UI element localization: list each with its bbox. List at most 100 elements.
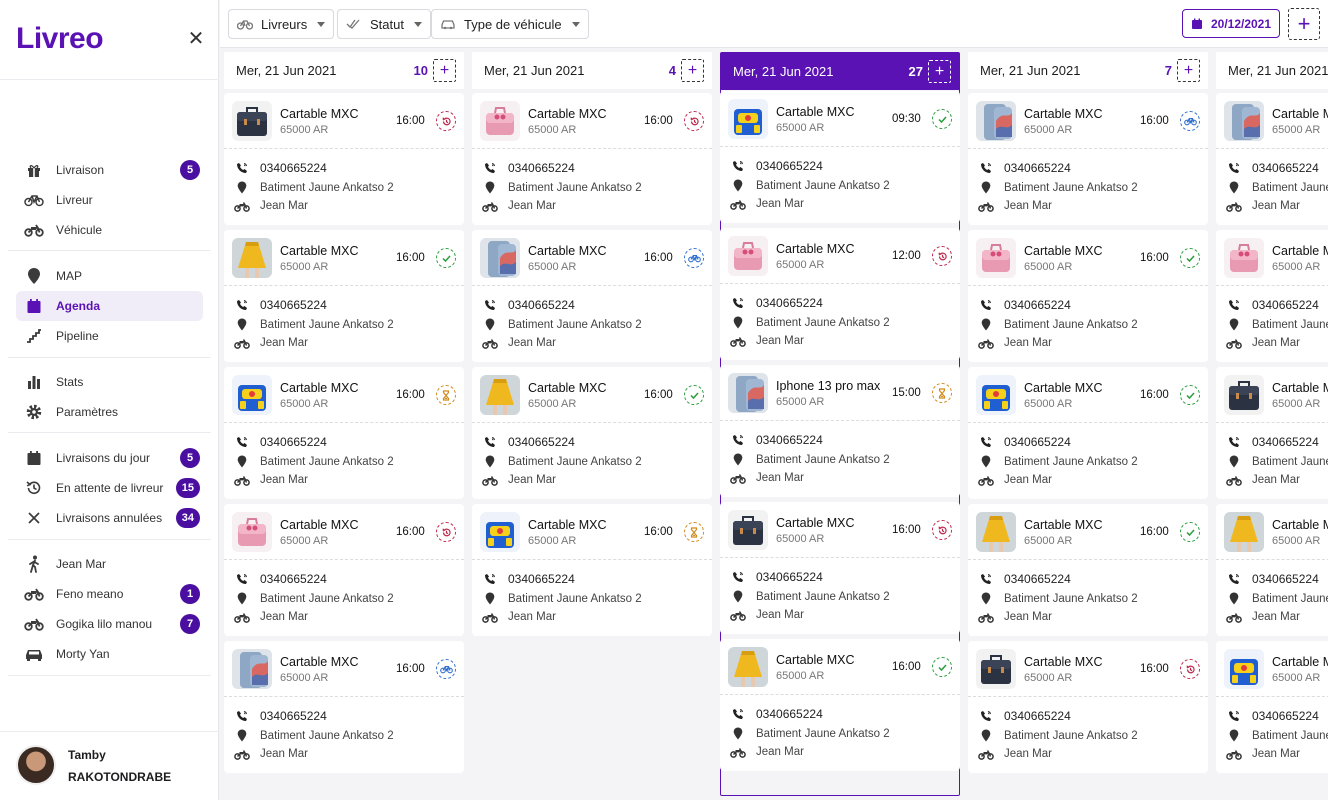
status-late-icon[interactable] [436, 522, 456, 542]
sidebar-item-livraisons-annulees[interactable]: Livraisons annulées 34 [0, 503, 219, 533]
sidebar-item-morty-yan[interactable]: Morty Yan [0, 639, 219, 669]
delivery-card[interactable]: Cartable MXC65000 AR16:000340665224Batim… [224, 641, 464, 773]
status-wait-icon[interactable] [932, 383, 952, 403]
assigned-rider: Jean Mar [1226, 200, 1300, 212]
delivery-card[interactable]: Cartable MXC65000 AR16:000340665224Batim… [1216, 504, 1328, 636]
calendar-icon [1191, 18, 1202, 29]
status-ride-icon[interactable] [436, 659, 456, 679]
status-wait-icon[interactable] [684, 522, 704, 542]
delivery-card[interactable]: Cartable MXC65000 AR16:000340665224Batim… [1216, 93, 1328, 225]
phone-icon [234, 573, 250, 585]
delivery-card[interactable]: Cartable MXC65000 AR16:000340665224Batim… [968, 367, 1208, 499]
sidebar-item-map[interactable]: MAP [0, 261, 219, 291]
sidebar-item-stats[interactable]: Stats [0, 367, 219, 397]
delivery-card[interactable]: Cartable MXC65000 AR16:000340665224Batim… [224, 230, 464, 362]
delivery-card[interactable]: Cartable MXC 65000 AR 09:30 0340665224 Batim… [720, 91, 960, 223]
delivery-card[interactable]: Cartable MXC65000 AR16:000340665224Batim… [1216, 367, 1328, 499]
filter-type-vehicule[interactable]: Type de véhicule [431, 9, 589, 39]
delivery-card[interactable]: Cartable MXC65000 AR16:000340665224Batim… [224, 504, 464, 636]
phone-number: 0340665224 [756, 707, 823, 721]
status-ride-icon[interactable] [684, 248, 704, 268]
close-icon[interactable]: ✕ [186, 29, 206, 50]
add-button[interactable]: + [1288, 8, 1320, 40]
motorbike-icon [730, 199, 746, 210]
user-profile[interactable]: Tamby RAKOTONDRABE [0, 731, 219, 800]
map-pin-icon [234, 318, 250, 331]
status-done-icon[interactable] [436, 248, 456, 268]
delivery-card[interactable]: Cartable MXC65000 AR16:000340665224Batim… [720, 639, 960, 771]
add-delivery-button[interactable]: + [681, 59, 704, 82]
delivery-card[interactable]: Cartable MXC65000 AR16:000340665224Batim… [472, 504, 712, 636]
sidebar-item-agenda[interactable]: Agenda [16, 291, 203, 321]
date-picker-button[interactable]: 20/12/2021 [1182, 9, 1280, 38]
status-done-icon[interactable] [684, 385, 704, 405]
sidebar-item-parametres[interactable]: Paramètres [0, 397, 219, 427]
sidebar-item-pipeline[interactable]: Pipeline [0, 321, 219, 351]
phone-icon [234, 436, 250, 448]
column-count: 27 [908, 64, 923, 79]
sidebar-item-feno-meano[interactable]: Feno meano 1 [0, 579, 219, 609]
sidebar-item-en-attente-de-livreur[interactable]: En attente de livreur 15 [0, 473, 219, 503]
map-pin-icon [1226, 318, 1242, 331]
count-badge: 7 [180, 614, 200, 634]
sidebar-item-vehicule[interactable]: Véhicule [0, 215, 219, 245]
product-price: 65000 AR [1272, 261, 1321, 273]
assigned-rider: Jean Mar [730, 335, 804, 347]
card-header: Cartable MXC 65000 AR 16:00 [968, 93, 1208, 149]
sidebar-item-livraison[interactable]: Livraison 5 [0, 155, 219, 185]
delivery-card[interactable]: Cartable MXC65000 AR16:000340665224Batim… [472, 230, 712, 362]
avatar[interactable] [16, 745, 56, 785]
phone-number: 0340665224 [1252, 572, 1319, 586]
app-logo: Livreo [16, 22, 104, 55]
add-delivery-button[interactable]: + [433, 59, 456, 82]
status-done-icon[interactable] [932, 657, 952, 677]
status-late-icon[interactable] [932, 520, 952, 540]
card-header: Cartable MXC 65000 AR 09:30 [720, 91, 960, 147]
status-done-icon[interactable] [1180, 385, 1200, 405]
rider-name: Jean Mar [1004, 337, 1052, 349]
delivery-card[interactable]: Cartable MXC65000 AR16:000340665224Batim… [968, 641, 1208, 773]
sidebar-item-label: Gogika lilo manou [56, 617, 153, 631]
delivery-card[interactable]: Cartable MXC65000 AR16:000340665224Batim… [968, 230, 1208, 362]
rider-name: Jean Mar [1004, 474, 1052, 486]
sidebar-item-livreur[interactable]: Livreur [0, 185, 219, 215]
rider-name: Jean Mar [1252, 337, 1300, 349]
status-late-icon[interactable] [1180, 659, 1200, 679]
map-pin-icon [978, 729, 994, 742]
card-header: Cartable MXC 65000 AR 16:00 [472, 93, 712, 149]
status-ride-icon[interactable] [1180, 111, 1200, 131]
motorbike-icon [730, 336, 746, 347]
product-thumbnail [976, 649, 1016, 689]
address-text: Batiment Jaune Ankatso 2 [260, 181, 394, 194]
sidebar-item-gogika-lilo-manou[interactable]: Gogika lilo manou 7 [0, 609, 219, 639]
status-late-icon[interactable] [684, 111, 704, 131]
sidebar-item-jean-mar[interactable]: Jean Mar [0, 549, 219, 579]
delivery-card[interactable]: Cartable MXC65000 AR16:000340665224Batim… [224, 367, 464, 499]
delivery-card[interactable]: Cartable MXC65000 AR16:000340665224Batim… [472, 93, 712, 225]
status-late-icon[interactable] [436, 111, 456, 131]
assigned-rider: Jean Mar [730, 609, 804, 621]
status-done-icon[interactable] [1180, 248, 1200, 268]
filter-statut[interactable]: Statut [337, 9, 431, 39]
delivery-card[interactable]: Cartable MXC65000 AR16:000340665224Batim… [1216, 230, 1328, 362]
delivery-card[interactable]: Cartable MXC65000 AR16:000340665224Batim… [472, 367, 712, 499]
delivery-card[interactable]: Cartable MXC65000 AR16:000340665224Batim… [968, 504, 1208, 636]
delivery-card[interactable]: Cartable MXC 65000 AR 12:00 0340665224 Batim… [720, 228, 960, 360]
status-done-icon[interactable] [932, 109, 952, 129]
delivery-card[interactable]: Cartable MXC65000 AR16:000340665224Batim… [968, 93, 1208, 225]
sidebar-item-livraisons-du-jour[interactable]: Livraisons du jour 5 [0, 443, 219, 473]
phone-number: 0340665224 [508, 161, 575, 175]
card-header: Cartable MXC 65000 AR 16:00 [224, 230, 464, 286]
delivery-card[interactable]: Cartable MXC65000 AR16:000340665224Batim… [720, 502, 960, 634]
delivery-card[interactable]: Cartable MXC65000 AR16:000340665224Batim… [224, 93, 464, 225]
status-late-icon[interactable] [932, 246, 952, 266]
status-wait-icon[interactable] [436, 385, 456, 405]
add-delivery-button[interactable]: + [928, 60, 951, 83]
filter-livreurs[interactable]: Livreurs [228, 9, 335, 39]
add-delivery-button[interactable]: + [1177, 59, 1200, 82]
motorbike-icon [1226, 612, 1242, 623]
delivery-card[interactable]: Iphone 13 pro max 65000 AR 15:00 0340665224… [720, 365, 960, 497]
delivery-card[interactable]: Cartable MXC65000 AR16:000340665224Batim… [1216, 641, 1328, 773]
status-done-icon[interactable] [1180, 522, 1200, 542]
product-thumbnail [1224, 101, 1264, 141]
